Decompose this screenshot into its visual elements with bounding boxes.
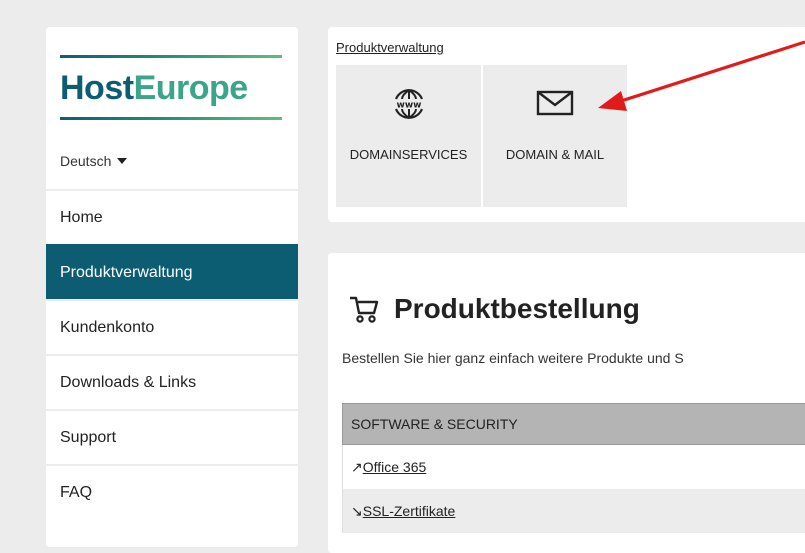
www-globe-icon: www	[394, 89, 423, 119]
tile-domain-mail[interactable]: DOMAIN & MAIL	[483, 65, 627, 207]
logo-host: Host	[60, 69, 134, 107]
shopping-cart-icon	[350, 296, 379, 323]
logo-line-top	[60, 55, 282, 58]
tile-domainservices-label: DOMAINSERVICES	[349, 147, 468, 162]
sidebar-item-home[interactable]: Home	[46, 189, 298, 244]
product-admin-card: Produktverwaltung www DOMAINSERVICES DOM…	[328, 27, 805, 222]
sidebar-item-support[interactable]: Support	[46, 409, 298, 464]
sidebar-nav: Home Produktverwaltung Kundenkonto Downl…	[46, 189, 298, 519]
sidebar-item-faq[interactable]: FAQ	[46, 464, 298, 519]
table-row: ↘ SSL-Zertifikate	[342, 489, 805, 533]
product-table: SOFTWARE & SECURITY ↗ Office 365 ↘ SSL-Zer…	[342, 403, 805, 533]
sidebar-item-produktverwaltung[interactable]: Produktverwaltung	[46, 244, 298, 299]
sidebar-item-kundenkonto[interactable]: Kundenkonto	[46, 299, 298, 354]
table-row: ↗ Office 365	[342, 445, 805, 489]
envelope-icon	[536, 90, 574, 116]
svg-text:www: www	[396, 101, 421, 111]
table-header: SOFTWARE & SECURITY	[342, 403, 805, 445]
row-prefix: ↗	[351, 458, 363, 475]
order-heading: Produktbestellung	[348, 293, 640, 325]
caret-down-icon	[117, 158, 128, 164]
hosteurope-logo[interactable]: HostEurope	[60, 55, 282, 120]
sidebar-item-downloads-links[interactable]: Downloads & Links	[46, 354, 298, 409]
logo-line-bottom	[60, 117, 282, 120]
sidebar: HostEurope Deutsch Home Produktverwaltun…	[46, 27, 298, 547]
order-description: Bestellen Sie hier ganz einfach weitere …	[342, 350, 684, 366]
language-label: Deutsch	[60, 153, 112, 169]
office365-link[interactable]: Office 365	[363, 459, 427, 475]
product-admin-link[interactable]: Produktverwaltung	[336, 40, 444, 55]
tile-domainservices[interactable]: www DOMAINSERVICES	[336, 65, 481, 207]
language-selector[interactable]: Deutsch	[60, 153, 128, 169]
row-prefix: ↘	[351, 502, 363, 519]
tile-domain-mail-label: DOMAIN & MAIL	[505, 147, 605, 162]
logo-text: HostEurope	[60, 61, 248, 115]
order-title: Produktbestellung	[394, 293, 640, 324]
logo-europe: Europe	[133, 69, 249, 107]
product-order-card: Produktbestellung Bestellen Sie hier gan…	[328, 253, 805, 553]
ssl-zertifikate-link[interactable]: SSL-Zertifikate	[363, 503, 456, 519]
